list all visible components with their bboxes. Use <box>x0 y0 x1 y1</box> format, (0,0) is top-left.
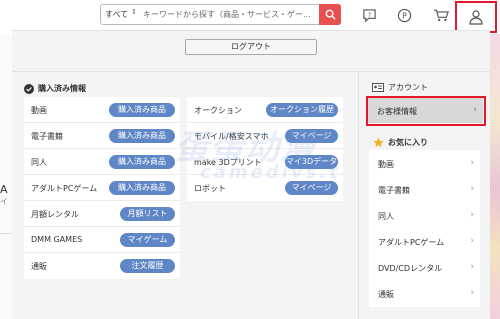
list-item: 月額レンタル 月額リスト <box>24 201 180 227</box>
cart-icon <box>433 9 449 21</box>
highlight-box <box>366 96 486 126</box>
favorites-section-title: お気に入り <box>373 137 428 148</box>
chevron-right-icon: › <box>470 236 474 246</box>
list-item: 同人 購入済み商品 <box>24 149 180 175</box>
purchased-section-title: 購入済み情報 <box>24 83 86 94</box>
category-label: DMM GAMES <box>31 235 83 244</box>
account-section-title: アカウント <box>372 82 428 93</box>
search-icon <box>325 9 336 20</box>
points-icon: P <box>397 8 411 22</box>
favorite-label: アダルトPCゲーム <box>378 238 445 247</box>
background-text-small: イ <box>0 197 8 206</box>
favorites-list: 動画 › 電子書籍 › 同人 › アダルトPCゲーム › DVD/CDレンタル … <box>369 150 480 307</box>
purchased-items-button[interactable]: 購入済み商品 <box>109 103 175 117</box>
my-games-button[interactable]: マイゲーム <box>120 233 175 247</box>
background-text: A <box>0 183 8 196</box>
background-page-left <box>0 34 12 319</box>
category-label: 同人 <box>31 158 47 167</box>
site-header: すべて ⇕ ? P <box>0 0 500 33</box>
favorite-item[interactable]: 同人 › <box>369 202 480 229</box>
category-label: make 3Dプリント <box>194 158 262 167</box>
list-item: 動画 購入済み商品 <box>24 97 180 123</box>
chevron-right-icon: › <box>470 210 474 220</box>
chevron-right-icon: › <box>470 262 474 272</box>
purchased-items-button[interactable]: 購入済み商品 <box>109 129 175 143</box>
favorite-label: 同人 <box>378 212 394 221</box>
favorite-item[interactable]: 電子書籍 › <box>369 176 480 203</box>
search-bar: すべて ⇕ <box>100 4 341 25</box>
favorites-title-text: お気に入り <box>388 138 428 147</box>
chat-icon: ? <box>362 8 376 22</box>
list-item: DMM GAMES マイゲーム <box>24 227 180 253</box>
chevron-right-icon: › <box>470 158 474 168</box>
monthly-list-button[interactable]: 月額リスト <box>120 207 175 221</box>
category-label: モバイル/格安スマホ <box>194 132 269 141</box>
user-icon <box>469 10 483 25</box>
purchased-list-right: オークション オークション履歴 モバイル/格安スマホ マイページ make 3D… <box>187 97 343 201</box>
account-button[interactable] <box>455 1 497 33</box>
list-item: モバイル/格安スマホ マイページ <box>187 123 343 149</box>
favorite-label: 電子書籍 <box>378 186 410 195</box>
search-button[interactable] <box>319 4 341 25</box>
chevron-right-icon: › <box>470 288 474 298</box>
category-label: アダルトPCゲーム <box>31 184 98 193</box>
search-category-select[interactable]: すべて <box>105 9 128 20</box>
check-circle-icon <box>24 83 34 94</box>
menu-divider <box>12 71 490 72</box>
search-input[interactable] <box>143 6 319 23</box>
category-label: 電子書籍 <box>31 132 63 141</box>
cart-button[interactable] <box>432 6 450 24</box>
favorite-item[interactable]: 通販 › <box>369 280 480 307</box>
logout-button[interactable]: ログアウト <box>185 39 317 55</box>
points-button[interactable]: P <box>395 6 413 24</box>
purchased-list-left: 動画 購入済み商品 電子書籍 購入済み商品 同人 購入済み商品 アダルトPCゲー… <box>24 97 180 279</box>
purchased-title-text: 購入済み情報 <box>38 84 86 93</box>
svg-text:?: ? <box>367 10 371 18</box>
background-banner <box>490 34 500 319</box>
menu-column-divider <box>358 71 359 319</box>
chevron-right-icon: › <box>470 184 474 194</box>
category-label: 月額レンタル <box>31 210 79 219</box>
favorite-label: 動画 <box>378 160 394 169</box>
list-item: ロボット マイページ <box>187 175 343 201</box>
svg-text:P: P <box>402 11 407 20</box>
id-card-icon <box>372 83 384 92</box>
favorite-label: 通販 <box>378 290 394 299</box>
mypage-button[interactable]: マイページ <box>285 181 338 195</box>
favorite-item[interactable]: アダルトPCゲーム › <box>369 228 480 255</box>
background-divider <box>0 233 12 234</box>
category-label: 通販 <box>31 262 47 271</box>
category-label: ロボット <box>194 184 226 193</box>
list-item: アダルトPCゲーム 購入済み商品 <box>24 175 180 201</box>
star-icon <box>373 137 384 148</box>
mypage-button[interactable]: マイページ <box>285 129 338 143</box>
purchased-items-button[interactable]: 購入済み商品 <box>109 181 175 195</box>
purchased-items-button[interactable]: 購入済み商品 <box>109 155 175 169</box>
category-label: オークション <box>194 106 242 115</box>
account-title-text: アカウント <box>388 83 428 92</box>
favorite-label: DVD/CDレンタル <box>378 264 443 273</box>
category-label: 動画 <box>31 106 47 115</box>
list-item: 電子書籍 購入済み商品 <box>24 123 180 149</box>
list-item: 通販 注文履歴 <box>24 253 180 279</box>
order-history-button[interactable]: 注文履歴 <box>120 259 175 273</box>
notification-button[interactable]: ? <box>360 6 378 24</box>
auction-history-button[interactable]: オークション履歴 <box>266 103 338 117</box>
select-arrow-icon: ⇕ <box>131 8 137 16</box>
list-item: オークション オークション履歴 <box>187 97 343 123</box>
favorite-item[interactable]: 動画 › <box>369 150 480 177</box>
list-item: make 3Dプリント マイ3Dデータ <box>187 149 343 175</box>
favorite-item[interactable]: DVD/CDレンタル › <box>369 254 480 281</box>
my-3d-data-button[interactable]: マイ3Dデータ <box>285 155 338 169</box>
